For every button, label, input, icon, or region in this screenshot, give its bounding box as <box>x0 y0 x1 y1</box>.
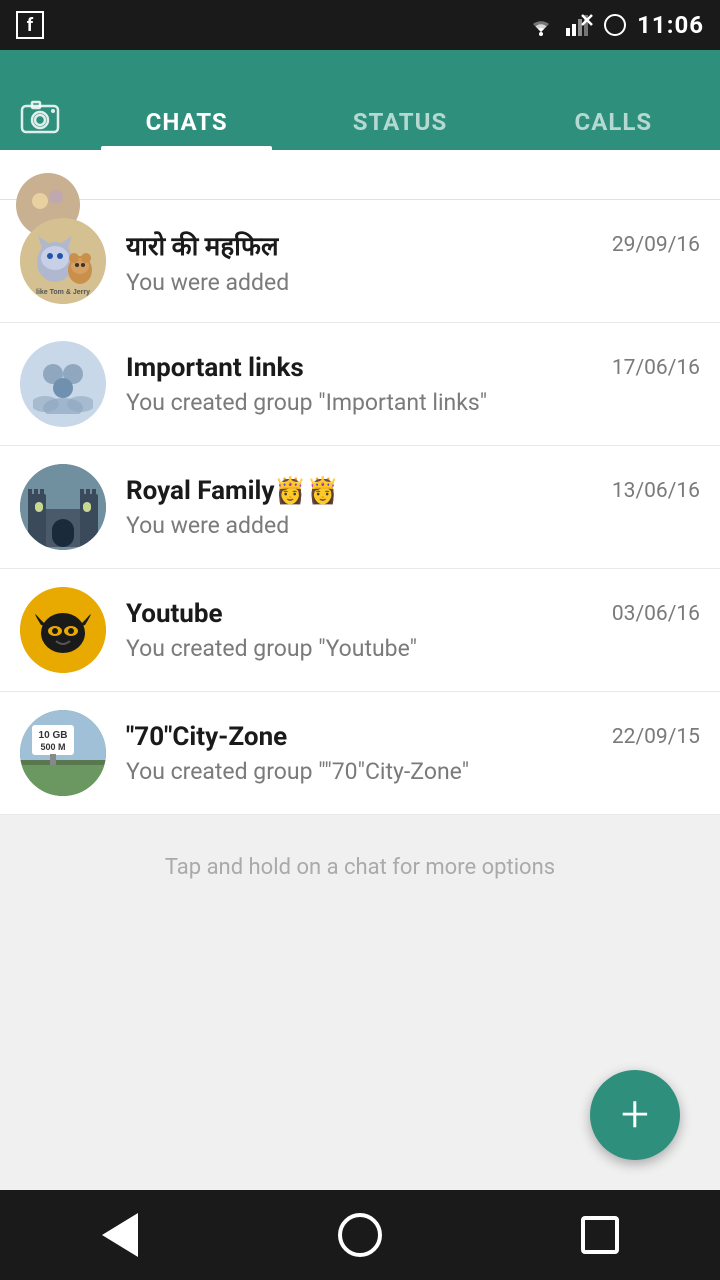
chat-message: You were added <box>126 269 700 296</box>
tom-jerry-avatar-image: like Tom & Jerry <box>20 218 106 304</box>
avatar <box>20 587 106 673</box>
recents-icon <box>581 1216 619 1254</box>
tab-calls[interactable]: CALLS <box>507 108 720 150</box>
avatar: 10 GB 500 M <box>20 710 106 796</box>
chat-item[interactable]: Youtube 03/06/16 You created group "Yout… <box>0 569 720 692</box>
back-icon <box>102 1213 138 1257</box>
chat-date: 17/06/16 <box>612 356 700 380</box>
svg-text:10 GB: 10 GB <box>39 730 68 741</box>
recents-button[interactable] <box>570 1205 630 1265</box>
new-chat-fab[interactable]: + <box>590 1070 680 1160</box>
avatar <box>20 341 106 427</box>
youtube-avatar-image <box>20 587 106 673</box>
wifi-icon <box>527 14 555 36</box>
chat-content: यारो की महफिल 29/09/16 You were added <box>126 227 700 296</box>
chat-content: Important links 17/06/16 You created gro… <box>126 353 700 416</box>
chat-row: Important links 17/06/16 <box>126 353 700 383</box>
chat-row: "70"City-Zone 22/09/15 <box>126 722 700 752</box>
chat-row: यारो की महफिल 29/09/16 <box>126 227 700 263</box>
castle-avatar-image <box>20 464 106 550</box>
home-button[interactable] <box>330 1205 390 1265</box>
camera-icon <box>18 94 62 138</box>
signal-icon <box>565 14 593 36</box>
header: CHATS STATUS CALLS <box>0 50 720 150</box>
chat-message: You created group "Important links" <box>126 389 700 416</box>
status-bar: f 11:06 <box>0 0 720 50</box>
status-bar-left: f <box>16 11 44 39</box>
cityzone-avatar-image: 10 GB 500 M <box>20 710 106 796</box>
avatar <box>20 464 106 550</box>
home-icon <box>338 1213 382 1257</box>
tab-status[interactable]: STATUS <box>293 108 506 150</box>
chat-row: Youtube 03/06/16 <box>126 599 700 629</box>
facebook-icon: f <box>16 11 44 39</box>
avatar: like Tom & Jerry <box>20 218 106 304</box>
chat-item[interactable]: Important links 17/06/16 You created gro… <box>0 323 720 446</box>
svg-text:like Tom & Jerry: like Tom & Jerry <box>36 289 90 296</box>
chat-row: Royal Family👸👸 13/06/16 <box>126 476 700 506</box>
chat-item[interactable]: 10 GB 500 M "70"City-Zone 22/09/15 You c… <box>0 692 720 815</box>
group-icon <box>33 354 93 414</box>
svg-text:500 M: 500 M <box>40 742 65 752</box>
chat-item[interactable]: like Tom & Jerry यारो की महफिल 29/09/16 … <box>0 200 720 323</box>
chat-message: You created group "Youtube" <box>126 635 700 662</box>
chat-date: 03/06/16 <box>612 602 700 626</box>
hint-text: Tap and hold on a chat for more options <box>0 815 720 920</box>
chat-content: Youtube 03/06/16 You created group "Yout… <box>126 599 700 662</box>
chat-content: "70"City-Zone 22/09/15 You created group… <box>126 722 700 785</box>
nav-tabs: CHATS STATUS CALLS <box>80 50 720 150</box>
camera-button[interactable] <box>0 94 80 150</box>
chat-list: like Tom & Jerry यारो की महफिल 29/09/16 … <box>0 150 720 815</box>
back-button[interactable] <box>90 1205 150 1265</box>
clock: 11:06 <box>637 11 704 39</box>
chat-item[interactable]: Royal Family👸👸 13/06/16 You were added <box>0 446 720 569</box>
chat-message: You created group ""70"City-Zone" <box>126 758 700 785</box>
chat-name: Youtube <box>126 599 223 629</box>
chat-name: यारो की महफिल <box>126 227 279 263</box>
fab-plus-icon: + <box>621 1090 649 1140</box>
chat-content: Royal Family👸👸 13/06/16 You were added <box>126 476 700 539</box>
chat-date: 13/06/16 <box>612 479 700 503</box>
chat-name: Royal Family👸👸 <box>126 476 339 506</box>
chat-date: 29/09/16 <box>612 233 700 257</box>
sim-icon <box>603 13 627 37</box>
chat-name: "70"City-Zone <box>126 722 287 752</box>
bottom-navigation-bar <box>0 1190 720 1280</box>
status-bar-right: 11:06 <box>527 11 704 39</box>
chat-date: 22/09/15 <box>612 725 700 749</box>
chat-message: You were added <box>126 512 700 539</box>
chat-name: Important links <box>126 353 304 383</box>
tab-chats[interactable]: CHATS <box>80 108 293 150</box>
partial-chat-item[interactable] <box>0 150 720 200</box>
